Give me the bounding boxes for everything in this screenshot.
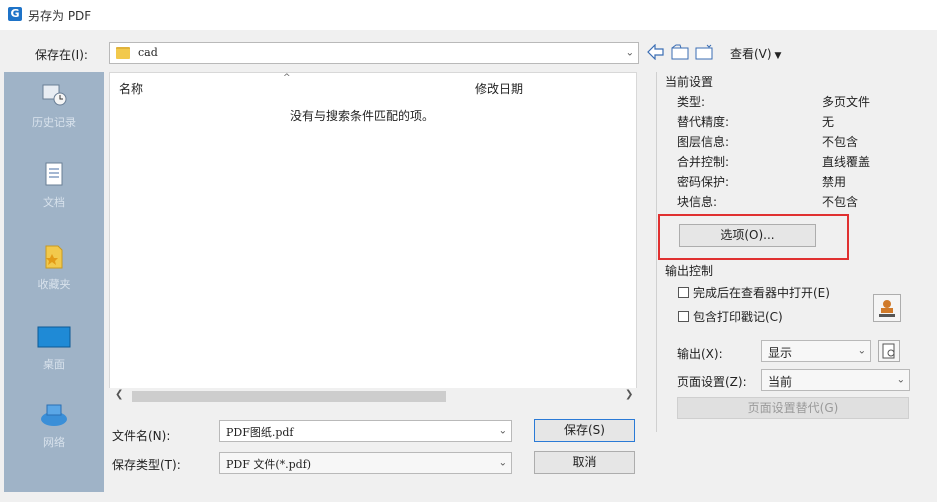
- open-in-viewer-label[interactable]: 完成后在查看器中打开(E): [693, 284, 830, 301]
- page-setup-dropdown[interactable]: 当前 ⌄: [761, 369, 910, 391]
- output-control-title: 输出控制: [665, 264, 714, 278]
- file-name-label: 文件名(N):: [112, 429, 171, 443]
- setting-value: 禁用: [822, 175, 847, 189]
- history-icon: [40, 82, 68, 108]
- setting-key: 密码保护:: [677, 175, 730, 189]
- column-header-name[interactable]: 名称: [119, 80, 143, 97]
- output-label: 输出(X):: [677, 347, 723, 361]
- page-setup-override-button[interactable]: 页面设置替代(G): [677, 397, 909, 419]
- output-dropdown[interactable]: 显示 ⌄: [761, 340, 871, 362]
- preview-icon: [882, 343, 895, 359]
- chevron-down-icon: ⌄: [857, 345, 866, 357]
- setting-key: 块信息:: [677, 195, 718, 209]
- current-folder-name: cad: [138, 46, 158, 59]
- place-label: 桌面: [43, 358, 65, 371]
- panel-divider: [656, 72, 657, 432]
- stamp-settings-button[interactable]: [873, 294, 901, 322]
- setting-value: 多页文件: [822, 95, 871, 109]
- window-title: 另存为 PDF: [28, 9, 92, 23]
- file-type-value: PDF 文件(*.pdf): [226, 458, 312, 471]
- folder-icon: [116, 47, 130, 59]
- places-bar: 历史记录 文档 收藏夹 桌面 网络: [4, 72, 104, 492]
- view-menu-label: 查看(V): [730, 47, 772, 61]
- include-stamp-checkbox[interactable]: [678, 311, 689, 322]
- view-menu-button[interactable]: 查看(V) ▼: [730, 45, 781, 62]
- chevron-down-icon: ⌄: [498, 457, 507, 469]
- page-setup-value: 当前: [768, 375, 793, 389]
- place-label: 文档: [43, 196, 65, 209]
- chevron-down-icon: ⌄: [896, 374, 905, 386]
- new-folder-icon[interactable]: [695, 44, 715, 64]
- place-history[interactable]: 历史记录: [4, 82, 104, 130]
- file-name-input[interactable]: PDF图纸.pdf ⌄: [219, 420, 512, 442]
- chevron-down-icon: ⌄: [625, 47, 634, 59]
- output-preview-button[interactable]: [878, 340, 900, 362]
- place-label: 网络: [43, 436, 65, 449]
- sort-up-icon: ^: [283, 73, 291, 83]
- save-button[interactable]: 保存(S): [534, 419, 635, 442]
- cancel-button[interactable]: 取消: [534, 451, 635, 474]
- title-bar: [0, 0, 937, 30]
- setting-key: 合并控制:: [677, 155, 730, 169]
- file-type-label: 保存类型(T):: [112, 458, 181, 472]
- desktop-icon: [37, 324, 71, 350]
- save-in-dropdown[interactable]: cad ⌄: [109, 42, 639, 64]
- place-network[interactable]: 网络: [4, 402, 104, 450]
- open-in-viewer-checkbox[interactable]: [678, 287, 689, 298]
- setting-value: 无: [822, 115, 835, 129]
- setting-key: 替代精度:: [677, 115, 730, 129]
- empty-results-message: 没有与搜索条件匹配的项。: [290, 109, 435, 123]
- place-documents[interactable]: 文档: [4, 162, 104, 210]
- app-logo-icon: G: [8, 7, 22, 21]
- place-desktop[interactable]: 桌面: [4, 324, 104, 372]
- place-favorites[interactable]: 收藏夹: [4, 244, 104, 292]
- scroll-right-icon[interactable]: ❯: [625, 389, 633, 400]
- back-arrow-icon[interactable]: [647, 43, 665, 63]
- scrollbar-thumb[interactable]: [132, 391, 446, 402]
- setting-value: 直线覆盖: [822, 155, 871, 169]
- column-header-date[interactable]: 修改日期: [475, 80, 523, 97]
- setting-value: 不包含: [822, 195, 859, 209]
- setting-key: 图层信息:: [677, 135, 730, 149]
- place-label: 收藏夹: [37, 278, 71, 291]
- up-folder-icon[interactable]: [671, 44, 691, 64]
- place-label: 历史记录: [32, 116, 76, 129]
- output-value: 显示: [768, 346, 793, 360]
- file-type-dropdown[interactable]: PDF 文件(*.pdf) ⌄: [219, 452, 512, 474]
- highlight-box: [658, 214, 849, 260]
- favorites-icon: [40, 244, 68, 270]
- save-in-label: 保存在(I):: [35, 48, 88, 62]
- setting-value: 不包含: [822, 135, 859, 149]
- scroll-left-icon[interactable]: ❮: [115, 389, 123, 400]
- chevron-down-icon: ⌄: [498, 425, 507, 437]
- setting-key: 类型:: [677, 95, 706, 109]
- include-stamp-label[interactable]: 包含打印戳记(C): [693, 308, 783, 325]
- documents-icon: [40, 162, 68, 188]
- stamp-icon: [879, 300, 895, 317]
- page-setup-label: 页面设置(Z):: [677, 375, 747, 389]
- network-icon: [38, 402, 70, 428]
- view-menu-arrow-icon: ▼: [771, 51, 782, 61]
- current-settings-title: 当前设置: [665, 75, 714, 89]
- file-name-value: PDF图纸.pdf: [226, 426, 294, 439]
